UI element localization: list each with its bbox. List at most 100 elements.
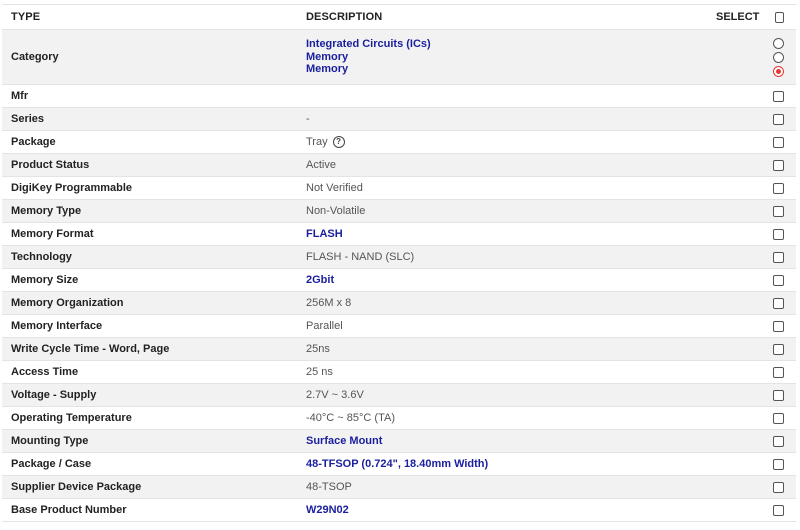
attribute-rows: Mfr Series - Package Tray? Product Status Acti… [2,85,796,522]
attribute-type: Series [11,113,45,125]
attribute-select-checkbox[interactable] [773,274,784,286]
attribute-select-cell [716,90,796,102]
attribute-type: Product Status [11,159,90,171]
attribute-select-cell [716,412,796,424]
attribute-select-checkbox[interactable] [773,481,784,493]
attribute-select-checkbox[interactable] [773,504,784,516]
attribute-value-link[interactable]: FLASH [306,228,343,240]
attribute-select-cell [716,320,796,332]
attribute-select-cell [716,343,796,355]
select-all-checkbox[interactable] [775,11,784,23]
attribute-select-checkbox[interactable] [773,159,784,171]
attribute-description-cell: 25 ns [297,366,716,378]
attribute-select-checkbox[interactable] [773,182,784,194]
category-link-memory[interactable]: Memory [306,51,716,64]
table-row: DigiKey Programmable Not Verified [2,177,796,200]
attribute-value: Active [306,159,336,171]
attribute-value: Non-Volatile [306,205,366,217]
attribute-select-cell [716,205,796,217]
header-description: DESCRIPTION [306,11,383,23]
table-row: Memory Type Non-Volatile [2,200,796,223]
attribute-select-cell [716,251,796,263]
attribute-select-cell [716,274,796,286]
category-row: Category Integrated Circuits (ICs) Memor… [2,30,796,85]
attribute-value-link[interactable]: W29N02 [306,504,349,516]
attribute-value: -40°C ~ 85°C (TA) [306,412,395,424]
attribute-select-cell [716,504,796,516]
attribute-select-cell [716,182,796,194]
attribute-select-checkbox[interactable] [773,113,784,125]
attribute-type: Memory Interface [11,320,103,332]
attribute-description-cell: Non-Volatile [297,205,716,217]
attribute-select-checkbox[interactable] [773,90,784,102]
attribute-type: Technology [11,251,72,263]
attribute-select-cell [716,113,796,125]
table-row: Operating Temperature -40°C ~ 85°C (TA) [2,407,796,430]
attribute-type: Supplier Device Package [11,481,142,493]
header-select-cell: SELECT [716,11,796,23]
attribute-select-checkbox[interactable] [773,389,784,401]
attribute-select-checkbox[interactable] [773,228,784,240]
table-row: Product Status Active [2,154,796,177]
attribute-select-checkbox[interactable] [773,320,784,332]
attribute-description-cell: 2.7V ~ 3.6V [297,389,716,401]
category-radio-memory-sub[interactable] [773,65,784,77]
attribute-description-cell: 2Gbit [297,274,716,286]
table-header: TYPE DESCRIPTION SELECT [2,5,796,30]
attribute-value: 256M x 8 [306,297,352,309]
attribute-description-cell: W29N02 [297,504,716,516]
attribute-type: Memory Type [11,205,82,217]
category-radio-memory[interactable] [773,51,784,63]
table-row: Memory Interface Parallel [2,315,796,338]
category-radio-ics[interactable] [773,37,784,49]
attribute-description-cell: -40°C ~ 85°C (TA) [297,412,716,424]
attribute-value: - [306,113,310,125]
attribute-value-link[interactable]: 2Gbit [306,274,334,286]
attribute-value-link[interactable]: 48-TFSOP (0.724", 18.40mm Width) [306,458,488,470]
table-row: Base Product Number W29N02 [2,499,796,522]
attribute-select-cell [716,481,796,493]
category-link-ics[interactable]: Integrated Circuits (ICs) [306,38,716,51]
header-type: TYPE [11,11,41,23]
attribute-type: Mfr [11,90,29,102]
attribute-select-checkbox[interactable] [773,366,784,378]
attribute-select-checkbox[interactable] [773,297,784,309]
attribute-select-cell [716,366,796,378]
attribute-value-link[interactable]: Surface Mount [306,435,382,447]
attribute-type: Memory Format [11,228,94,240]
attribute-type: Package / Case [11,458,92,470]
category-select-cell [716,37,796,77]
attribute-description-cell: 48-TSOP [297,481,716,493]
attribute-description-cell: Tray? [297,135,716,149]
table-row: Package Tray? [2,131,796,154]
attribute-type: DigiKey Programmable [11,182,133,194]
attribute-value: Tray [306,135,328,148]
attribute-type: Memory Size [11,274,79,286]
attribute-select-cell [716,136,796,148]
attribute-select-checkbox[interactable] [773,205,784,217]
product-attributes-table: TYPE DESCRIPTION SELECT Category Integra… [2,4,796,522]
attribute-description-cell: Active [297,159,716,171]
attribute-value: 48-TSOP [306,481,352,493]
attribute-select-checkbox[interactable] [773,458,784,470]
attribute-select-cell [716,297,796,309]
attribute-select-checkbox[interactable] [773,412,784,424]
category-link-memory-sub[interactable]: Memory [306,63,716,76]
attribute-select-checkbox[interactable] [773,251,784,263]
table-row: Mounting Type Surface Mount [2,430,796,453]
attribute-description-cell: - [297,113,716,125]
attribute-description-cell: 48-TFSOP (0.724", 18.40mm Width) [297,458,716,470]
attribute-select-checkbox[interactable] [773,136,784,148]
attribute-select-checkbox[interactable] [773,435,784,447]
question-circle-icon[interactable]: ? [332,136,345,149]
category-values: Integrated Circuits (ICs) Memory Memory [297,38,716,76]
attribute-description-cell: Not Verified [297,182,716,194]
table-row: Memory Format FLASH [2,223,796,246]
attribute-value: Not Verified [306,182,363,194]
attribute-select-checkbox[interactable] [773,343,784,355]
table-row: Access Time 25 ns [2,361,796,384]
category-radio-group [773,37,784,77]
table-row: Voltage - Supply 2.7V ~ 3.6V [2,384,796,407]
attribute-value: 2.7V ~ 3.6V [306,389,364,401]
attribute-select-cell [716,389,796,401]
